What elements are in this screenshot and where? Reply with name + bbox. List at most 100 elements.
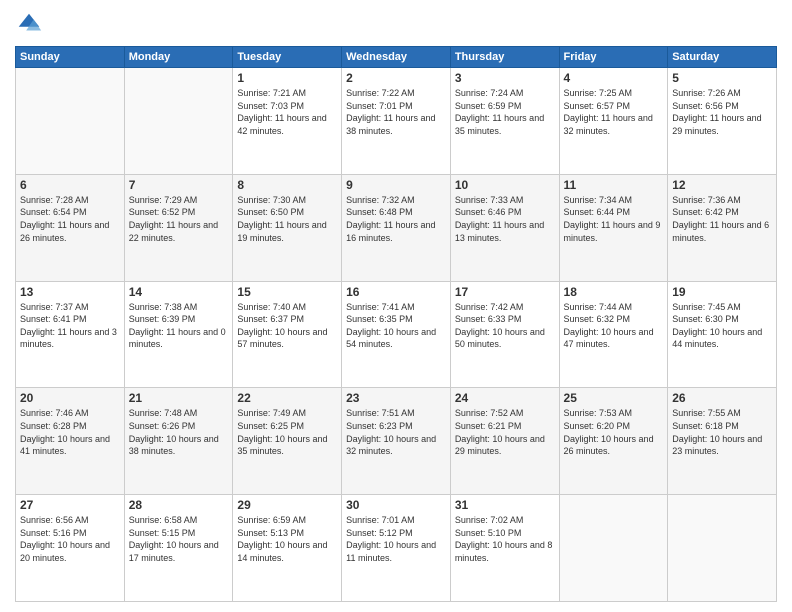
weekday-header: Tuesday [233, 47, 342, 68]
weekday-header: Wednesday [342, 47, 451, 68]
day-number: 8 [237, 178, 337, 192]
day-number: 5 [672, 71, 772, 85]
logo [15, 10, 47, 38]
weekday-header: Sunday [16, 47, 125, 68]
day-info: Sunrise: 7:48 AMSunset: 6:26 PMDaylight:… [129, 407, 229, 457]
day-info: Sunrise: 7:40 AMSunset: 6:37 PMDaylight:… [237, 301, 337, 351]
day-info: Sunrise: 7:33 AMSunset: 6:46 PMDaylight:… [455, 194, 555, 244]
header [15, 10, 777, 38]
calendar-day-cell: 21 Sunrise: 7:48 AMSunset: 6:26 PMDayligh… [124, 388, 233, 495]
day-number: 24 [455, 391, 555, 405]
weekday-header: Saturday [668, 47, 777, 68]
calendar-day-cell: 1 Sunrise: 7:21 AMSunset: 7:03 PMDaylight… [233, 68, 342, 175]
calendar-day-cell [124, 68, 233, 175]
day-number: 2 [346, 71, 446, 85]
day-info: Sunrise: 7:41 AMSunset: 6:35 PMDaylight:… [346, 301, 446, 351]
calendar-day-cell: 4 Sunrise: 7:25 AMSunset: 6:57 PMDaylight… [559, 68, 668, 175]
day-number: 6 [20, 178, 120, 192]
calendar-day-cell: 20Sunrise: 7:46 AMSunset: 6:28 PMDayligh… [16, 388, 125, 495]
day-info: Sunrise: 7:24 AMSunset: 6:59 PMDaylight:… [455, 87, 555, 137]
calendar-day-cell: 28Sunrise: 6:58 AMSunset: 5:15 PMDayligh… [124, 495, 233, 602]
calendar-day-cell: 16 Sunrise: 7:41 AMSunset: 6:35 PMDayligh… [342, 281, 451, 388]
calendar-day-cell: 5 Sunrise: 7:26 AMSunset: 6:56 PMDaylight… [668, 68, 777, 175]
calendar-day-cell: 24 Sunrise: 7:52 AMSunset: 6:21 PMDayligh… [450, 388, 559, 495]
day-info: Sunrise: 7:34 AMSunset: 6:44 PMDaylight:… [564, 194, 664, 244]
calendar-week-row: 27Sunrise: 6:56 AMSunset: 5:16 PMDayligh… [16, 495, 777, 602]
calendar-day-cell: 23 Sunrise: 7:51 AMSunset: 6:23 PMDayligh… [342, 388, 451, 495]
day-number: 7 [129, 178, 229, 192]
weekday-header: Thursday [450, 47, 559, 68]
calendar-day-cell: 31 Sunrise: 7:02 AMSunset: 5:10 PMDayligh… [450, 495, 559, 602]
day-number: 10 [455, 178, 555, 192]
calendar-day-cell: 9 Sunrise: 7:32 AMSunset: 6:48 PMDaylight… [342, 174, 451, 281]
day-number: 14 [129, 285, 229, 299]
day-info: Sunrise: 7:51 AMSunset: 6:23 PMDaylight:… [346, 407, 446, 457]
day-info: Sunrise: 6:58 AMSunset: 5:15 PMDaylight:… [129, 514, 229, 564]
day-number: 4 [564, 71, 664, 85]
day-info: Sunrise: 7:29 AMSunset: 6:52 PMDaylight:… [129, 194, 229, 244]
day-info: Sunrise: 7:36 AMSunset: 6:42 PMDaylight:… [672, 194, 772, 244]
day-number: 23 [346, 391, 446, 405]
day-info: Sunrise: 7:45 AMSunset: 6:30 PMDaylight:… [672, 301, 772, 351]
day-number: 18 [564, 285, 664, 299]
calendar-week-row: 1 Sunrise: 7:21 AMSunset: 7:03 PMDaylight… [16, 68, 777, 175]
calendar-day-cell: 30 Sunrise: 7:01 AMSunset: 5:12 PMDayligh… [342, 495, 451, 602]
day-info: Sunrise: 7:22 AMSunset: 7:01 PMDaylight:… [346, 87, 446, 137]
calendar-day-cell: 8 Sunrise: 7:30 AMSunset: 6:50 PMDaylight… [233, 174, 342, 281]
day-number: 27 [20, 498, 120, 512]
day-number: 31 [455, 498, 555, 512]
day-number: 21 [129, 391, 229, 405]
day-info: Sunrise: 7:38 AMSunset: 6:39 PMDaylight:… [129, 301, 229, 351]
calendar-day-cell: 17Sunrise: 7:42 AMSunset: 6:33 PMDayligh… [450, 281, 559, 388]
day-number: 1 [237, 71, 337, 85]
calendar-day-cell: 12 Sunrise: 7:36 AMSunset: 6:42 PMDayligh… [668, 174, 777, 281]
calendar-day-cell: 19Sunrise: 7:45 AMSunset: 6:30 PMDayligh… [668, 281, 777, 388]
calendar-day-cell: 14 Sunrise: 7:38 AMSunset: 6:39 PMDayligh… [124, 281, 233, 388]
day-info: Sunrise: 7:32 AMSunset: 6:48 PMDaylight:… [346, 194, 446, 244]
day-info: Sunrise: 7:53 AMSunset: 6:20 PMDaylight:… [564, 407, 664, 457]
day-number: 20 [20, 391, 120, 405]
day-info: Sunrise: 7:26 AMSunset: 6:56 PMDaylight:… [672, 87, 772, 137]
day-info: Sunrise: 7:37 AMSunset: 6:41 PMDaylight:… [20, 301, 120, 351]
calendar-table: SundayMondayTuesdayWednesdayThursdayFrid… [15, 46, 777, 602]
calendar-week-row: 13Sunrise: 7:37 AMSunset: 6:41 PMDayligh… [16, 281, 777, 388]
day-number: 16 [346, 285, 446, 299]
calendar-day-cell: 6Sunrise: 7:28 AMSunset: 6:54 PMDaylight… [16, 174, 125, 281]
day-number: 25 [564, 391, 664, 405]
day-info: Sunrise: 7:02 AMSunset: 5:10 PMDaylight:… [455, 514, 555, 564]
day-info: Sunrise: 7:21 AMSunset: 7:03 PMDaylight:… [237, 87, 337, 137]
day-number: 22 [237, 391, 337, 405]
calendar-day-cell: 26Sunrise: 7:55 AMSunset: 6:18 PMDayligh… [668, 388, 777, 495]
calendar-day-cell: 10 Sunrise: 7:33 AMSunset: 6:46 PMDayligh… [450, 174, 559, 281]
day-info: Sunrise: 7:30 AMSunset: 6:50 PMDaylight:… [237, 194, 337, 244]
day-info: Sunrise: 7:25 AMSunset: 6:57 PMDaylight:… [564, 87, 664, 137]
day-info: Sunrise: 6:59 AMSunset: 5:13 PMDaylight:… [237, 514, 337, 564]
day-number: 11 [564, 178, 664, 192]
calendar-day-cell: 15 Sunrise: 7:40 AMSunset: 6:37 PMDayligh… [233, 281, 342, 388]
day-number: 3 [455, 71, 555, 85]
day-number: 9 [346, 178, 446, 192]
calendar-day-cell: 29Sunrise: 6:59 AMSunset: 5:13 PMDayligh… [233, 495, 342, 602]
calendar-day-cell: 25 Sunrise: 7:53 AMSunset: 6:20 PMDayligh… [559, 388, 668, 495]
day-number: 30 [346, 498, 446, 512]
day-info: Sunrise: 7:52 AMSunset: 6:21 PMDaylight:… [455, 407, 555, 457]
day-info: Sunrise: 7:44 AMSunset: 6:32 PMDaylight:… [564, 301, 664, 351]
calendar-day-cell: 7 Sunrise: 7:29 AMSunset: 6:52 PMDaylight… [124, 174, 233, 281]
calendar-day-cell: 2 Sunrise: 7:22 AMSunset: 7:01 PMDaylight… [342, 68, 451, 175]
calendar-day-cell: 3 Sunrise: 7:24 AMSunset: 6:59 PMDaylight… [450, 68, 559, 175]
calendar-day-cell: 18 Sunrise: 7:44 AMSunset: 6:32 PMDayligh… [559, 281, 668, 388]
calendar-day-cell: 27Sunrise: 6:56 AMSunset: 5:16 PMDayligh… [16, 495, 125, 602]
day-number: 12 [672, 178, 772, 192]
logo-icon [15, 10, 43, 38]
weekday-header: Monday [124, 47, 233, 68]
weekday-header-row: SundayMondayTuesdayWednesdayThursdayFrid… [16, 47, 777, 68]
calendar-day-cell [16, 68, 125, 175]
weekday-header: Friday [559, 47, 668, 68]
calendar-week-row: 20Sunrise: 7:46 AMSunset: 6:28 PMDayligh… [16, 388, 777, 495]
day-number: 17 [455, 285, 555, 299]
calendar-day-cell [668, 495, 777, 602]
day-info: Sunrise: 7:55 AMSunset: 6:18 PMDaylight:… [672, 407, 772, 457]
day-info: Sunrise: 7:01 AMSunset: 5:12 PMDaylight:… [346, 514, 446, 564]
day-info: Sunrise: 7:49 AMSunset: 6:25 PMDaylight:… [237, 407, 337, 457]
day-number: 15 [237, 285, 337, 299]
